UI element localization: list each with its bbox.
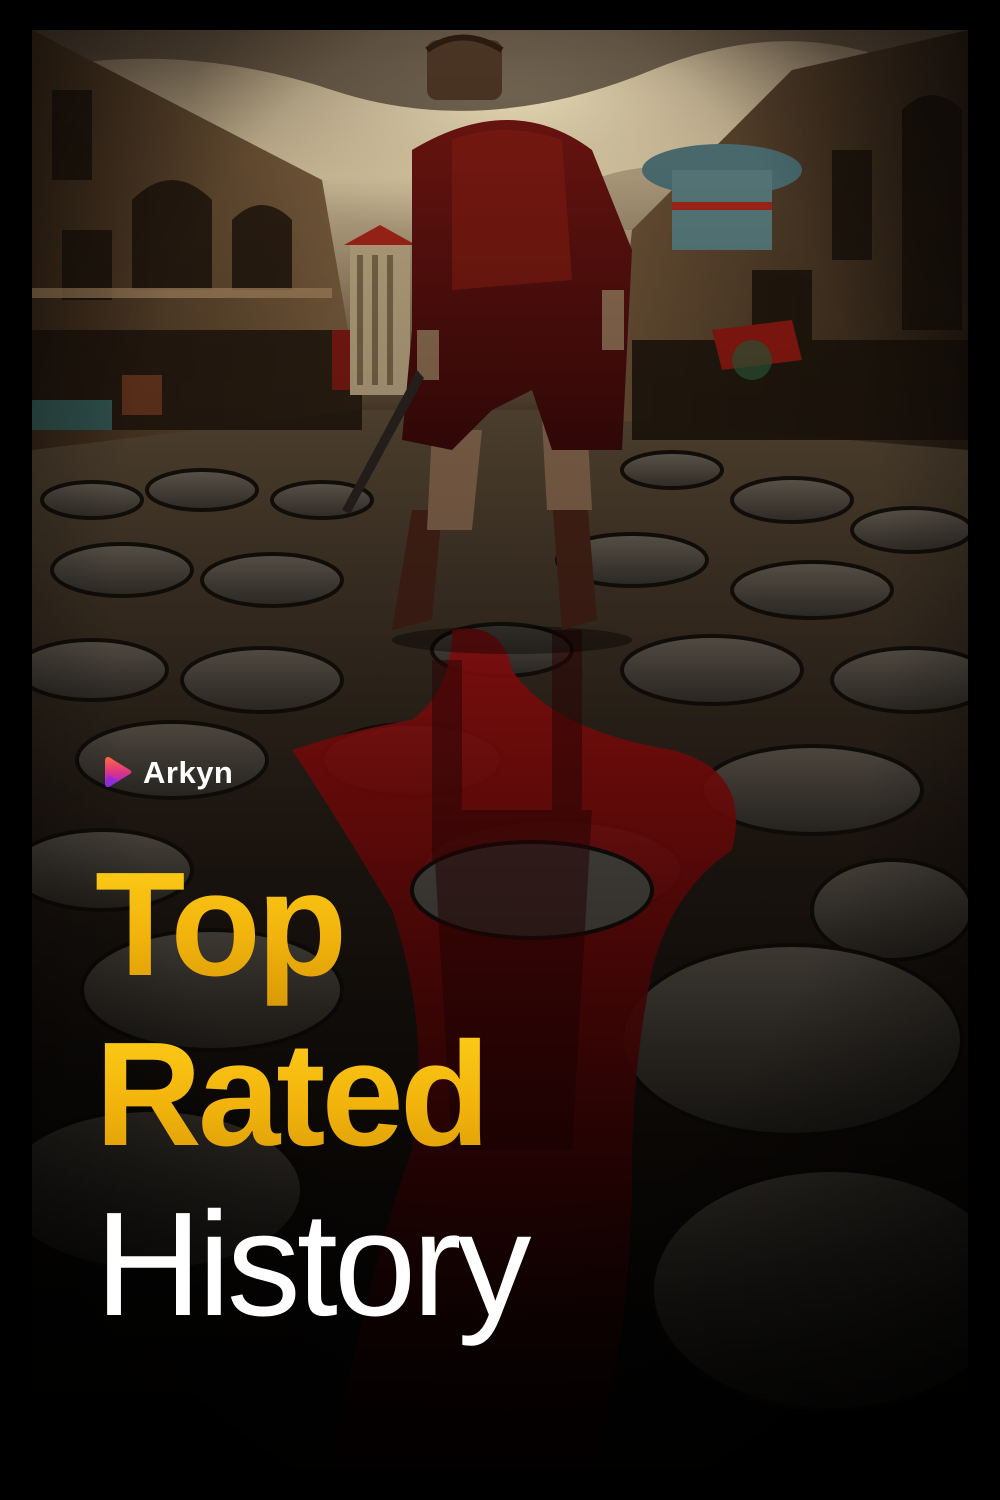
poster: Arkyn Top Rated History — [0, 0, 1000, 1500]
arkyn-logo-icon — [105, 757, 132, 787]
headline-line-history: History — [95, 1182, 531, 1347]
headline-line-top: Top — [95, 840, 895, 1010]
headline-line-rated: Rated — [95, 1010, 895, 1180]
brand-name: Arkyn — [143, 754, 234, 790]
brand-logo: Arkyn — [105, 755, 233, 789]
headline: Top Rated History — [95, 840, 895, 1350]
